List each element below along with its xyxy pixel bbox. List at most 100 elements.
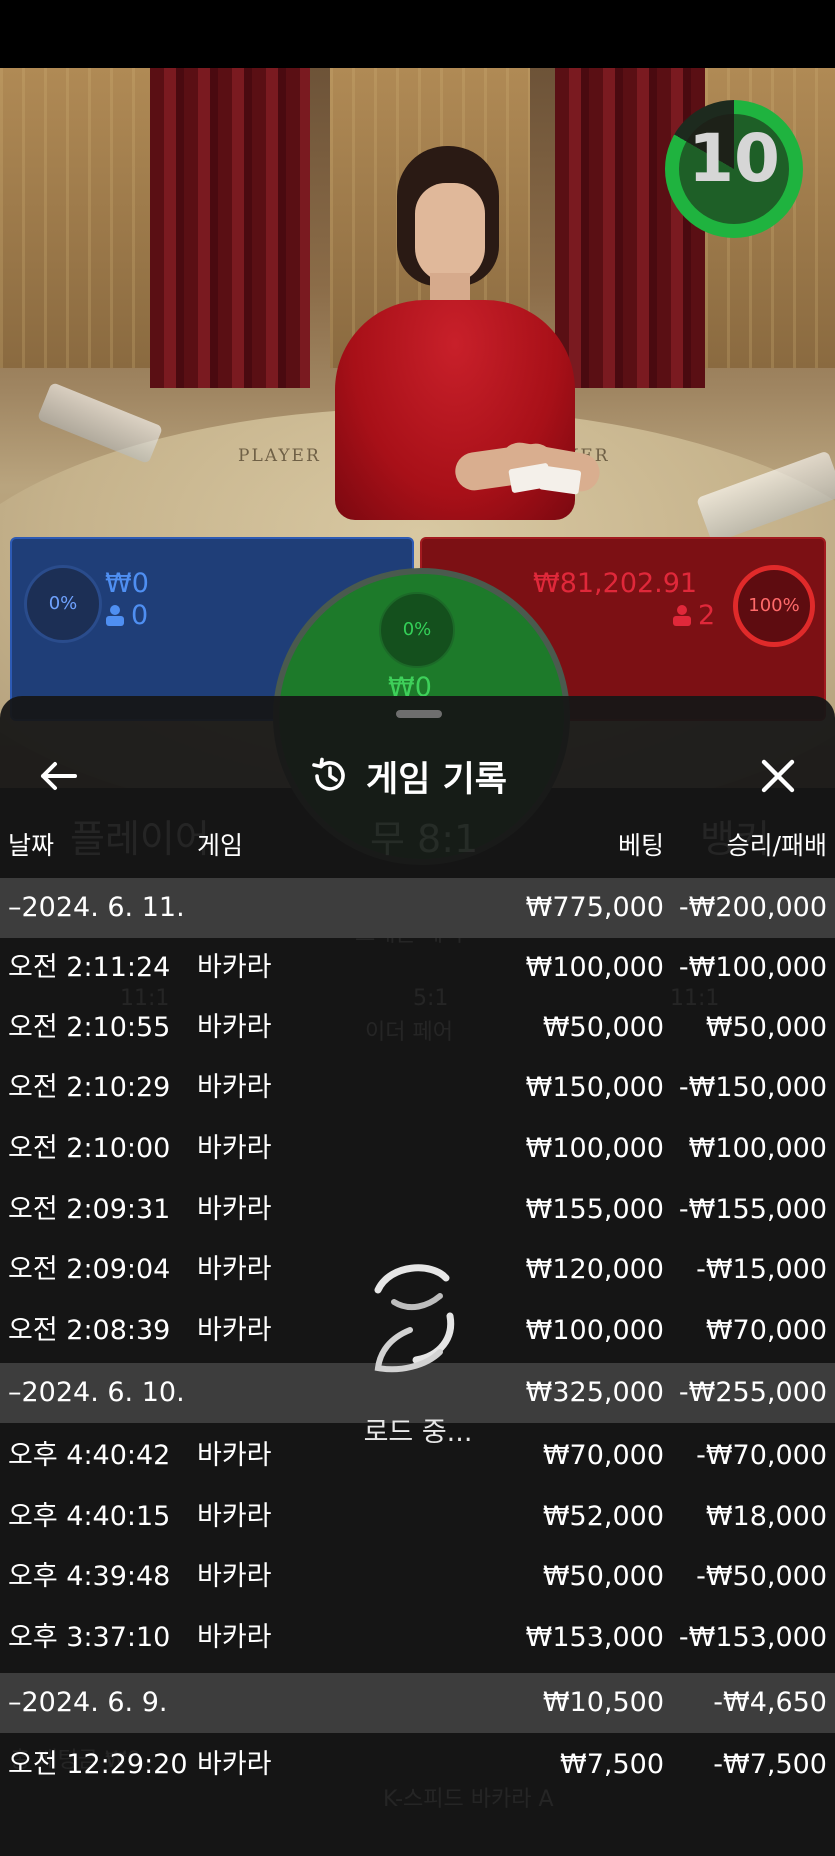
row-bet: ₩50,000 [542,1561,664,1592]
row-result: -₩150,000 [678,1072,827,1103]
row-result: ₩100,000 [688,1133,827,1164]
row-time: 오전 12:29:20 [8,1749,188,1780]
player-percent: 0% [24,565,102,643]
back-button[interactable] [30,748,86,804]
sheet-header: 게임 기록 [0,734,835,820]
row-bet: ₩70,000 [542,1440,664,1471]
history-entry-row[interactable]: 오전 2:10:00 바카라 ₩100,000 ₩100,000 [0,1119,835,1179]
row-time: 오전 2:09:04 [8,1254,171,1285]
background-screen [0,68,150,368]
row-time: 오후 3:37:10 [8,1622,171,1653]
row-bet: ₩775,000 [525,892,664,923]
card-shoe [36,381,164,465]
loading-text: 로드 중... [363,1417,473,1448]
sheet-title: 게임 기록 [310,748,507,804]
curtain [150,68,310,388]
row-bet: ₩153,000 [525,1622,664,1653]
banker-percent: 100% [733,565,815,647]
row-result: -₩7,500 [713,1749,827,1780]
row-game: 바카라 [197,1501,272,1532]
history-entry-row[interactable]: 오전 2:09:31 바카라 ₩155,000 -₩155,000 [0,1180,835,1240]
user-icon [106,605,124,626]
history-entry-row[interactable]: 오전 2:11:24 바카라 ₩100,000 -₩100,000 [0,938,835,998]
row-time: 오전 2:10:29 [8,1072,171,1103]
dealer-face [415,183,485,283]
table-label-player: PLAYER [238,446,321,466]
game-history-sheet: 플레이어 무 8:1 뱅커 드래곤 페이 5:1 이더 페어 11:1 11:1… [0,696,835,1856]
row-result: -₩70,000 [696,1440,827,1471]
row-game: 바카라 [197,1072,272,1103]
row-game: 바카라 [197,1254,272,1285]
row-date: –2024. 6. 11. [8,892,185,923]
row-game: 바카라 [197,952,272,983]
row-time: 오전 2:08:39 [8,1315,171,1346]
history-entry-row[interactable]: 오후 3:37:10 바카라 ₩153,000 -₩153,000 [0,1608,835,1668]
row-time: 오전 2:11:24 [8,952,171,983]
row-game: 바카라 [197,1561,272,1592]
history-entry-row[interactable]: 오전 2:10:55 바카라 ₩50,000 ₩50,000 [0,998,835,1058]
row-time: 오후 4:39:48 [8,1561,171,1592]
history-clock-icon [312,757,345,791]
banker-bet-amount: ₩81,202.91 [533,568,698,599]
row-time: 오후 4:40:15 [8,1501,171,1532]
column-header-bet: 베팅 [617,831,664,860]
row-result: ₩50,000 [705,1012,827,1043]
row-result: ₩18,000 [705,1501,827,1532]
drag-handle[interactable] [396,710,442,718]
row-bet: ₩325,000 [525,1377,664,1408]
row-game: 바카라 [197,1012,272,1043]
row-result: -₩255,000 [678,1377,827,1408]
row-result: -₩100,000 [678,952,827,983]
row-time: 오전 2:10:00 [8,1133,171,1164]
row-result: ₩70,000 [705,1315,827,1346]
row-result: -₩153,000 [678,1622,827,1653]
history-entry-row[interactable]: 오전 2:10:29 바카라 ₩150,000 -₩150,000 [0,1058,835,1118]
history-entry-row[interactable]: 오전 12:29:20 바카라 ₩7,500 -₩7,500 [0,1735,835,1795]
close-button[interactable] [750,748,806,804]
row-bet: ₩50,000 [542,1012,664,1043]
column-header-date: 날짜 [8,831,55,860]
row-game: 바카라 [197,1440,272,1471]
arrow-left-icon [41,762,77,790]
row-result: -₩50,000 [696,1561,827,1592]
history-date-row: –2024. 6. 11. ₩775,000 -₩200,000 [0,878,835,938]
row-game: 바카라 [197,1622,272,1653]
row-time: 오전 2:10:55 [8,1012,171,1043]
row-result: -₩4,650 [713,1687,827,1718]
row-bet: ₩100,000 [525,1315,664,1346]
banker-count-value: 2 [698,600,716,631]
row-bet: ₩10,500 [542,1687,664,1718]
row-bet: ₩52,000 [542,1501,664,1532]
banker-bettor-count: 2 [672,600,715,631]
history-entry-row[interactable]: 오후 4:40:15 바카라 ₩52,000 ₩18,000 [0,1487,835,1547]
row-date: –2024. 6. 10. [8,1377,185,1408]
column-header-game: 게임 [197,831,244,860]
curtain [555,68,705,388]
row-time: 오후 4:40:42 [8,1440,171,1471]
row-game: 바카라 [197,1194,272,1225]
history-entry-row[interactable]: 오후 4:39:48 바카라 ₩50,000 -₩50,000 [0,1547,835,1607]
player-count-value: 0 [131,600,149,631]
row-result: -₩200,000 [678,892,827,923]
row-bet: ₩120,000 [525,1254,664,1285]
countdown-timer: 10 [665,100,803,238]
status-bar [0,0,835,68]
history-date-row: –2024. 6. 9. ₩10,500 -₩4,650 [0,1673,835,1733]
row-game: 바카라 [197,1315,272,1346]
row-time: 오전 2:09:31 [8,1194,171,1225]
loading-spinner-icon [370,1260,460,1380]
close-icon [761,759,795,793]
timer-value: 10 [688,120,780,197]
row-bet: ₩150,000 [525,1072,664,1103]
row-result: -₩15,000 [696,1254,827,1285]
row-bet: ₩100,000 [525,952,664,983]
row-date: –2024. 6. 9. [8,1687,168,1718]
player-bettor-count: 0 [105,600,148,631]
row-result: -₩155,000 [678,1194,827,1225]
row-game: 바카라 [197,1133,272,1164]
player-bet-amount: ₩0 [105,568,149,599]
row-game: 바카라 [197,1749,272,1780]
sheet-title-text: 게임 기록 [366,759,507,800]
user-icon [673,605,691,626]
row-bet: ₩100,000 [525,1133,664,1164]
